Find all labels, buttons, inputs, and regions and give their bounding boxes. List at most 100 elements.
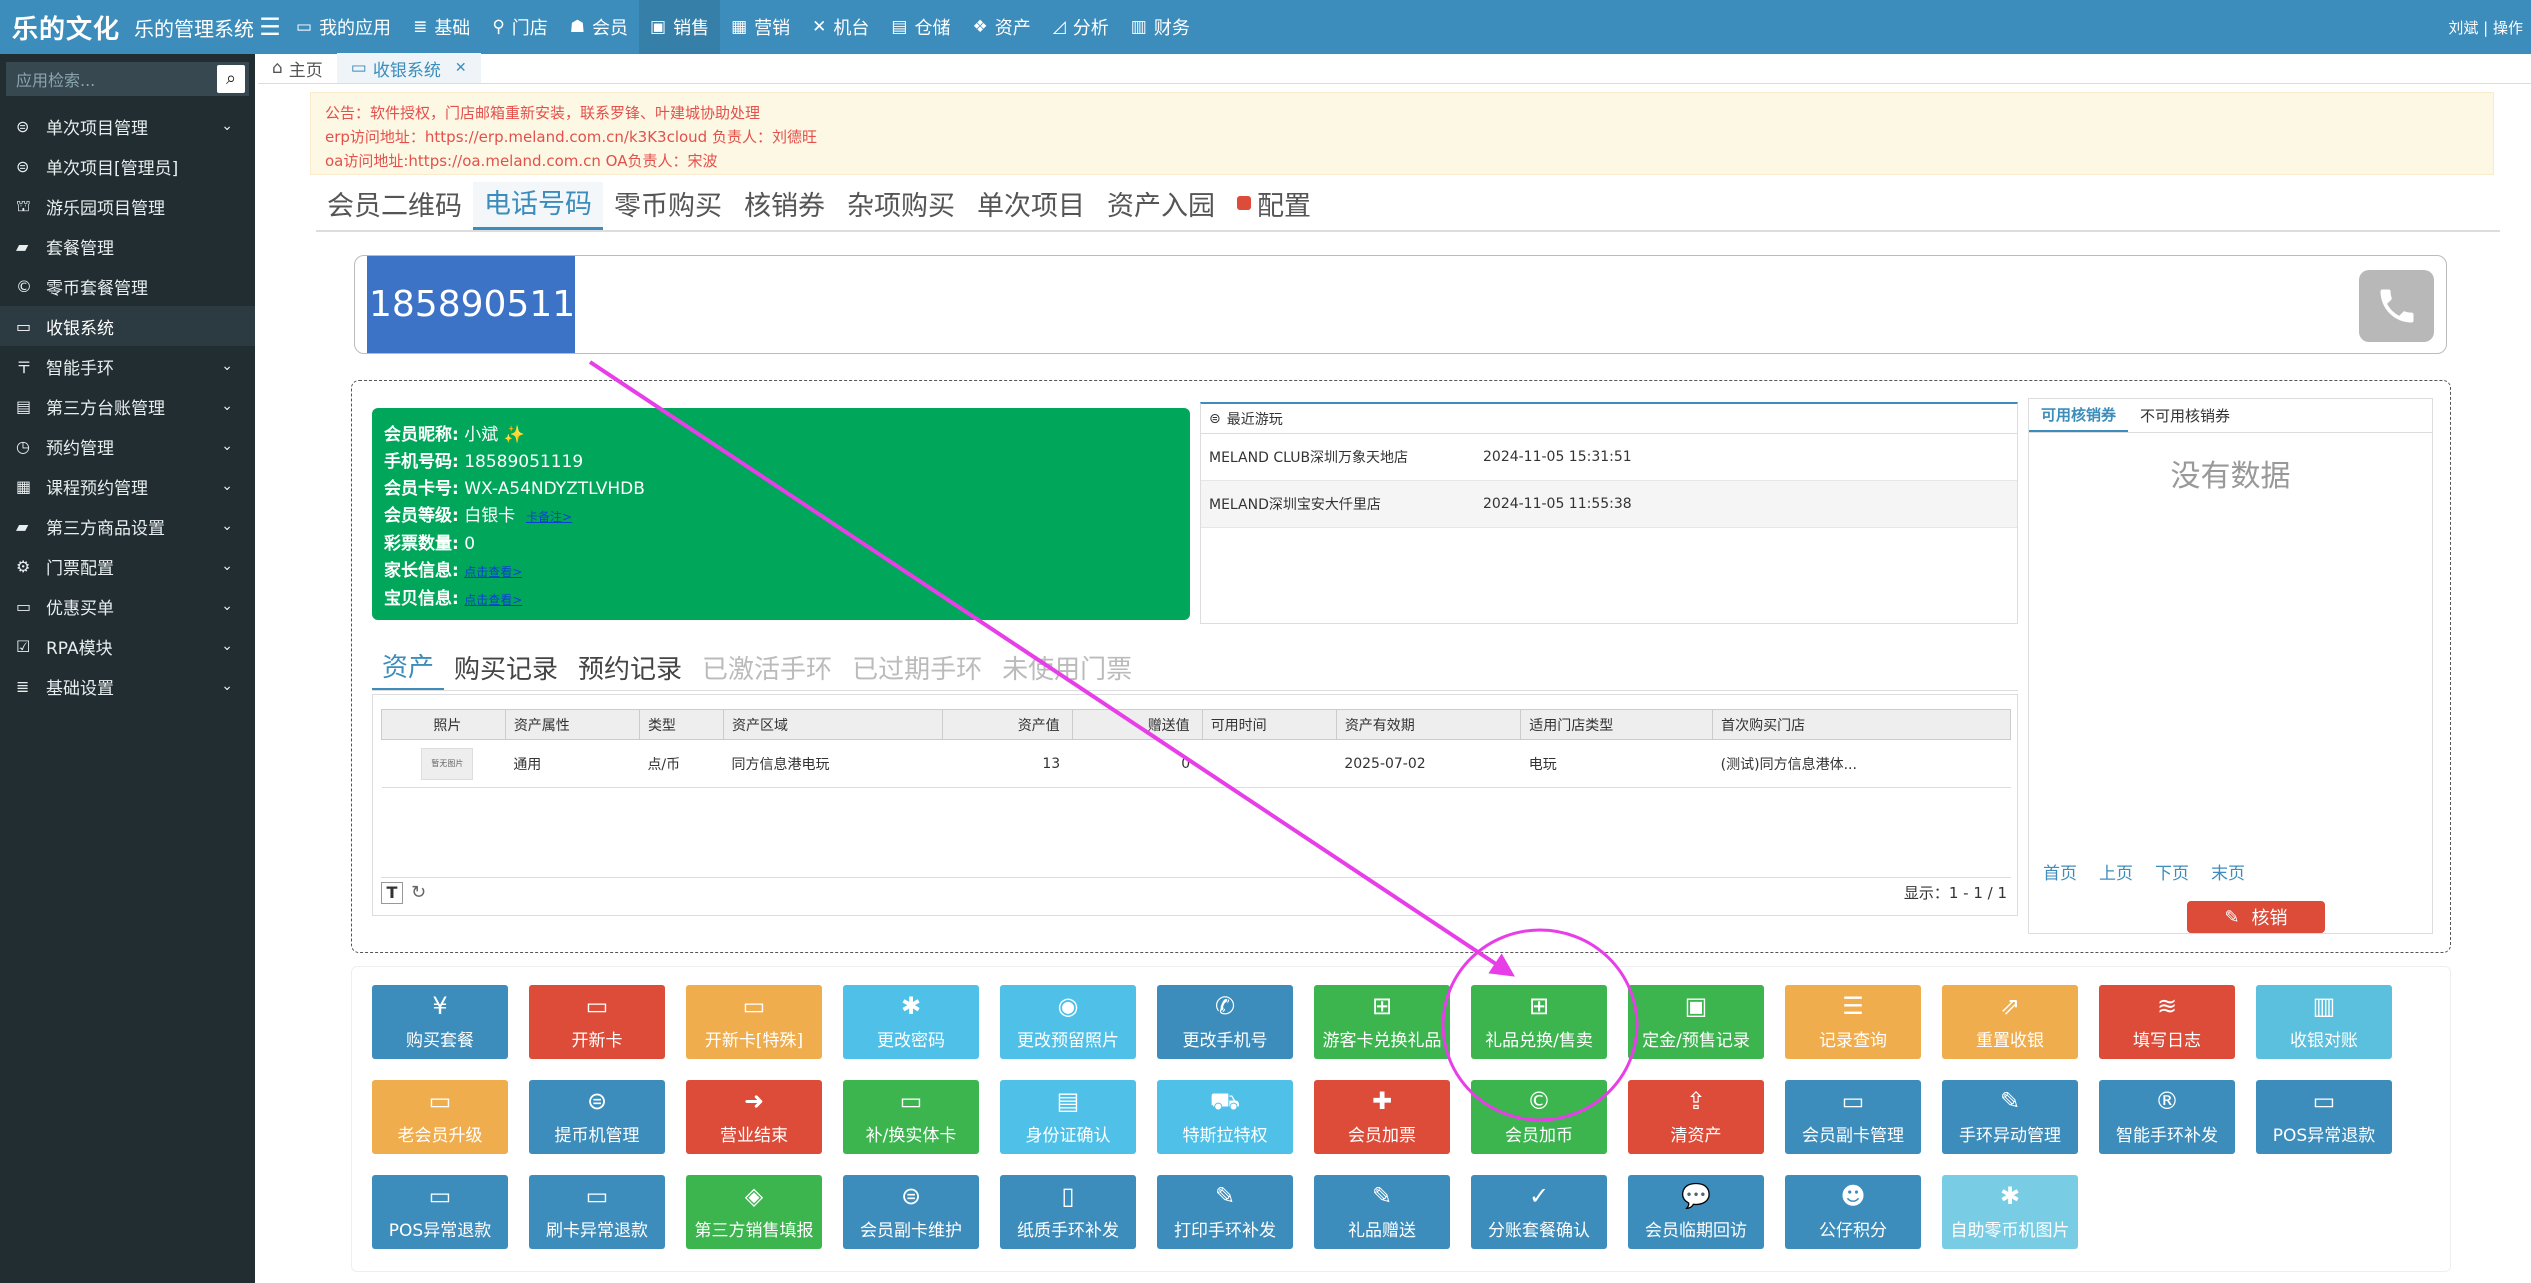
tab-purchase-records[interactable]: 购买记录 bbox=[444, 649, 568, 690]
sidebar-item[interactable]: ▰ 第三方商品设置 ⌄ bbox=[0, 506, 255, 546]
sidebar-item[interactable]: ▭ 收银系统 bbox=[0, 306, 255, 346]
search-icon[interactable]: ⌕ bbox=[217, 65, 245, 93]
action-button[interactable]: ✎ 礼品赠送 bbox=[1314, 1175, 1450, 1249]
sidebar-item[interactable]: ⛫ 游乐园项目管理 bbox=[0, 186, 255, 226]
text-toggle-icon[interactable]: T bbox=[381, 881, 403, 904]
phone-icon[interactable] bbox=[2359, 270, 2434, 342]
action-button[interactable]: ➜ 营业结束 bbox=[686, 1080, 822, 1154]
sidebar-item[interactable]: ⊜ 单次项目[管理员] bbox=[0, 146, 255, 186]
tab-available-vouchers[interactable]: 可用核销券 bbox=[2029, 399, 2129, 432]
sidebar-item[interactable]: ≣ 基础设置 ⌄ bbox=[0, 666, 255, 706]
user-menu[interactable]: 刘斌 | 操作 bbox=[2448, 17, 2523, 38]
sidebar-item[interactable]: ▭ 优惠买单 ⌄ bbox=[0, 586, 255, 626]
action-button[interactable]: ▤ 身份证确认 bbox=[1000, 1080, 1136, 1154]
action-button[interactable]: ⇪ 清资产 bbox=[1628, 1080, 1764, 1154]
col-store-type[interactable]: 适用门店类型 bbox=[1520, 709, 1714, 740]
action-button[interactable]: ≋ 填写日志 bbox=[2099, 985, 2235, 1059]
tab-phone-number[interactable]: 电话号码 bbox=[473, 182, 603, 230]
tab-member-qrcode[interactable]: 会员二维码 bbox=[316, 182, 473, 230]
action-button[interactable]: ⛟ 特斯拉特权 bbox=[1157, 1080, 1293, 1154]
sidebar-item[interactable]: ▦ 课程预约管理 ⌄ bbox=[0, 466, 255, 506]
action-button[interactable]: ✎ 打印手环补发 bbox=[1157, 1175, 1293, 1249]
tab-voucher[interactable]: 核销券 bbox=[733, 182, 836, 230]
topnav-item[interactable]: ☗ 会员 bbox=[559, 0, 639, 54]
action-button[interactable]: ▭ 开新卡 bbox=[529, 985, 665, 1059]
next-page-link[interactable]: 下页 bbox=[2155, 859, 2189, 884]
tab-single-item[interactable]: 单次项目 bbox=[966, 182, 1096, 230]
phone-input[interactable]: 18589051119 bbox=[367, 256, 621, 353]
tab-booking-records[interactable]: 预约记录 bbox=[568, 649, 692, 690]
tab-home[interactable]: ⌂ 主页 bbox=[258, 53, 337, 83]
tab-assets[interactable]: 资产 bbox=[372, 647, 445, 690]
col-first-store[interactable]: 首次购买门店 bbox=[1712, 709, 2011, 740]
action-button[interactable]: ▥ 收银对账 bbox=[2256, 985, 2392, 1059]
tab-misc-purchase[interactable]: 杂项购买 bbox=[836, 182, 966, 230]
sidebar-item[interactable]: © 零币套餐管理 bbox=[0, 266, 255, 306]
col-expiry[interactable]: 资产有效期 bbox=[1335, 709, 1522, 740]
parent-info-link[interactable]: 点击查看> bbox=[464, 565, 522, 579]
sidebar-item[interactable]: ⚙ 门票配置 ⌄ bbox=[0, 546, 255, 586]
card-note-link[interactable]: 卡备注> bbox=[526, 510, 572, 524]
sidebar-item[interactable]: 〒智能手环 ⌄ bbox=[0, 346, 255, 386]
writeoff-button[interactable]: ✎ 核销 bbox=[2187, 901, 2325, 933]
sidebar-item[interactable]: ▤ 第三方台账管理 ⌄ bbox=[0, 386, 255, 426]
action-button[interactable]: ⇗ 重置收银 bbox=[1942, 985, 2078, 1059]
tab-unavailable-vouchers[interactable]: 不可用核销券 bbox=[2128, 399, 2242, 432]
col-gift[interactable]: 赠送值 bbox=[1071, 709, 1203, 740]
topnav-item[interactable]: ≣ 基础 bbox=[402, 0, 481, 54]
sidebar-item[interactable]: ▰ 套餐管理 bbox=[0, 226, 255, 266]
topnav-item[interactable]: ▥ 财务 bbox=[1120, 0, 1201, 54]
action-button[interactable]: ▭ POS异常退款 bbox=[372, 1175, 508, 1249]
action-button[interactable]: ✚ 会员加票 bbox=[1314, 1080, 1450, 1154]
tab-coin-purchase[interactable]: 零币购买 bbox=[603, 182, 733, 230]
action-button[interactable]: 💬 会员临期回访 bbox=[1628, 1175, 1764, 1249]
sidebar-item[interactable]: ⊜ 单次项目管理 ⌄ bbox=[0, 106, 255, 146]
action-button[interactable]: © 会员加币 bbox=[1471, 1080, 1607, 1154]
action-button[interactable]: ▭ 补/换实体卡 bbox=[843, 1080, 979, 1154]
tab-unused-tickets[interactable]: 未使用门票 bbox=[992, 649, 1142, 690]
topnav-item[interactable]: ◿ 分析 bbox=[1042, 0, 1120, 54]
close-icon[interactable]: ✕ bbox=[455, 60, 467, 76]
sidebar-item[interactable]: ☑ RPA模块 ⌄ bbox=[0, 626, 255, 666]
topnav-item[interactable]: ▣ 销售 bbox=[639, 0, 721, 54]
search-input[interactable]: 应用检索... bbox=[16, 67, 95, 91]
tab-asset-entry[interactable]: 资产入园 bbox=[1096, 182, 1226, 230]
action-button[interactable]: ☰ 记录查询 bbox=[1785, 985, 1921, 1059]
action-button[interactable]: ® 智能手环补发 bbox=[2099, 1080, 2235, 1154]
action-button[interactable]: ✆ 更改手机号 bbox=[1157, 985, 1293, 1059]
col-attr[interactable]: 资产属性 bbox=[504, 709, 640, 740]
topnav-item[interactable]: ▭ 我的应用 bbox=[285, 0, 402, 54]
topnav-item[interactable]: ▤ 仓储 bbox=[880, 0, 961, 54]
action-button[interactable]: ⊞ 游客卡兑换礼品 bbox=[1314, 985, 1450, 1059]
col-value[interactable]: 资产值 bbox=[941, 709, 1073, 740]
sidebar-item[interactable]: ◷ 预约管理 ⌄ bbox=[0, 426, 255, 466]
phone-input-box[interactable]: 18589051119 bbox=[354, 255, 2447, 354]
action-button[interactable]: ▯ 纸质手环补发 bbox=[1000, 1175, 1136, 1249]
action-button[interactable]: ✎ 手环异动管理 bbox=[1942, 1080, 2078, 1154]
action-button[interactable]: ▣ 定金/预售记录 bbox=[1628, 985, 1764, 1059]
action-button[interactable]: ◈ 第三方销售填报 bbox=[686, 1175, 822, 1249]
last-page-link[interactable]: 末页 bbox=[2211, 859, 2245, 884]
topnav-item[interactable]: ✕ 机台 bbox=[801, 0, 880, 54]
action-button[interactable]: ✓ 分账套餐确认 bbox=[1471, 1175, 1607, 1249]
tab-expired-bands[interactable]: 已过期手环 bbox=[842, 649, 992, 690]
action-button[interactable]: ▭ POS异常退款 bbox=[2256, 1080, 2392, 1154]
prev-page-link[interactable]: 上页 bbox=[2099, 859, 2133, 884]
action-button[interactable]: ⊞ 礼品兑换/售卖 bbox=[1471, 985, 1607, 1059]
topnav-item[interactable]: ▦ 营销 bbox=[720, 0, 801, 54]
first-page-link[interactable]: 首页 bbox=[2043, 859, 2077, 884]
topnav-item[interactable]: ❖ 资产 bbox=[961, 0, 1041, 54]
action-button[interactable]: ✱ 自助零币机图片 bbox=[1942, 1175, 2078, 1249]
action-button[interactable]: ✱ 更改密码 bbox=[843, 985, 979, 1059]
col-type[interactable]: 类型 bbox=[638, 709, 724, 740]
col-time[interactable]: 可用时间 bbox=[1201, 709, 1337, 740]
topnav-item[interactable]: ⚲ 门店 bbox=[481, 0, 558, 54]
col-photo[interactable]: 照片 bbox=[381, 709, 506, 740]
action-button[interactable]: ▭ 刷卡异常退款 bbox=[529, 1175, 665, 1249]
tab-active-bands[interactable]: 已激活手环 bbox=[692, 649, 842, 690]
action-button[interactable]: ◉ 更改预留照片 bbox=[1000, 985, 1136, 1059]
app-search[interactable]: 应用检索... ⌕ bbox=[6, 62, 249, 96]
action-button[interactable]: ⊜ 会员副卡维护 bbox=[843, 1175, 979, 1249]
action-button[interactable]: ▭ 开新卡[特殊] bbox=[686, 985, 822, 1059]
tab-cashier[interactable]: ▭ 收银系统 ✕ bbox=[336, 53, 481, 83]
